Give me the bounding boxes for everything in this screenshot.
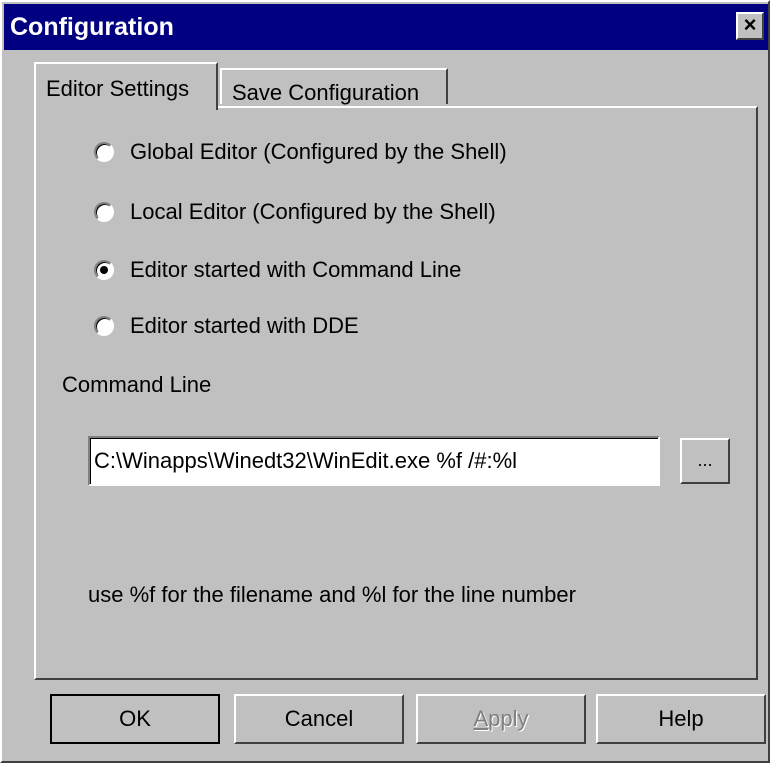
window-title: Configuration: [10, 13, 174, 41]
ok-button[interactable]: OK: [50, 694, 220, 744]
tab-editor-settings[interactable]: Editor Settings: [34, 62, 218, 110]
hint-text: use %f for the filename and %l for the l…: [88, 582, 576, 607]
radio-dde-editor[interactable]: Editor started with DDE: [94, 310, 359, 342]
close-icon[interactable]: ×: [736, 12, 764, 40]
radio-command-line-editor[interactable]: Editor started with Command Line: [94, 254, 461, 286]
radio-global-editor[interactable]: Global Editor (Configured by the Shell): [94, 136, 507, 168]
tab-save-configuration[interactable]: Save Configuration: [220, 68, 448, 105]
configuration-dialog: Configuration × Editor Settings Save Con…: [0, 0, 770, 763]
command-line-label: Command Line: [62, 372, 212, 397]
tab-label: Save Configuration: [232, 80, 420, 105]
radio-label: Editor started with Command Line: [130, 257, 462, 282]
radio-button-icon[interactable]: [94, 142, 114, 162]
editor-settings-panel: Global Editor (Configured by the Shell) …: [34, 106, 758, 680]
radio-button-icon[interactable]: [94, 202, 114, 222]
browse-button[interactable]: ...: [680, 438, 730, 484]
command-line-input[interactable]: [88, 436, 660, 486]
help-button[interactable]: Help: [596, 694, 766, 744]
radio-local-editor[interactable]: Local Editor (Configured by the Shell): [94, 196, 496, 228]
tab-label: Editor Settings: [46, 76, 190, 101]
radio-button-checked-icon[interactable]: [94, 260, 114, 280]
radio-label: Global Editor (Configured by the Shell): [130, 139, 507, 164]
cancel-button[interactable]: Cancel: [234, 694, 404, 744]
apply-label-rest: pply: [488, 706, 529, 731]
radio-button-icon[interactable]: [94, 316, 114, 336]
title-bar[interactable]: Configuration ×: [4, 4, 768, 50]
apply-accelerator: A: [473, 706, 489, 731]
radio-label: Local Editor (Configured by the Shell): [130, 199, 496, 224]
radio-label: Editor started with DDE: [130, 313, 359, 338]
apply-button[interactable]: Apply: [416, 694, 586, 744]
